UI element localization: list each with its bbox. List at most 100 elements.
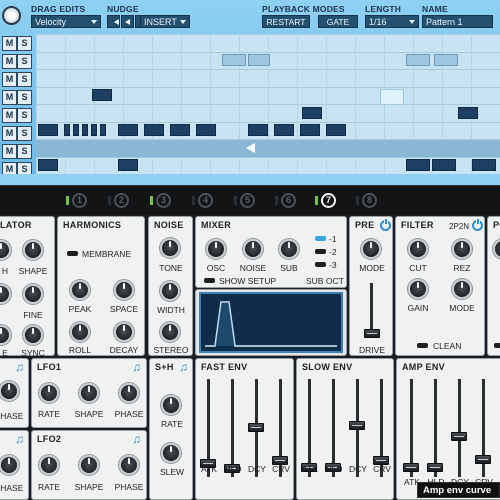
membrane-led[interactable] — [67, 251, 78, 256]
pattern-name-field[interactable]: Pattern 1 — [422, 15, 493, 28]
step-cell[interactable] — [92, 89, 112, 101]
step-cell[interactable] — [248, 54, 270, 66]
step-cell[interactable] — [222, 54, 246, 66]
solo-button[interactable]: S — [17, 72, 32, 87]
step-cell[interactable] — [248, 124, 268, 136]
mute-button[interactable]: M — [2, 90, 17, 105]
slow-dcy-handle[interactable] — [349, 421, 365, 430]
step-cell[interactable] — [118, 124, 138, 136]
peak-knob[interactable] — [70, 280, 90, 300]
step-cell[interactable] — [170, 124, 190, 136]
sh-rate-knob[interactable] — [161, 395, 181, 415]
step-cell[interactable] — [196, 124, 216, 136]
music-note-icon[interactable]: ♫ — [179, 361, 191, 373]
filter-mode-knob[interactable] — [452, 279, 472, 299]
width-knob[interactable] — [160, 281, 180, 301]
pattern-page-1-button[interactable]: 1 — [72, 193, 87, 208]
step-cell[interactable] — [100, 124, 106, 136]
mute-button[interactable]: M — [2, 72, 17, 87]
pre-power-icon[interactable] — [380, 219, 391, 231]
step-cell[interactable] — [458, 107, 478, 119]
sub-oct-1-led[interactable] — [315, 236, 326, 241]
show-setup-led[interactable] — [204, 278, 215, 283]
oscillator-knob-3[interactable] — [0, 325, 11, 345]
oscillator-knob-1[interactable] — [0, 240, 11, 260]
fast-dcy-handle[interactable] — [248, 423, 264, 432]
space-knob[interactable] — [114, 280, 134, 300]
post-knob[interactable] — [493, 239, 500, 259]
drive-slider-handle[interactable] — [364, 329, 380, 338]
lfo2-phase-knob[interactable] — [119, 455, 139, 475]
sequencer-power-knob[interactable] — [2, 6, 21, 25]
step-cell[interactable] — [64, 124, 70, 136]
nudge-down-button[interactable] — [107, 15, 120, 28]
restart-button[interactable]: RESTART — [262, 15, 310, 28]
step-cell[interactable] — [38, 159, 58, 171]
sync-knob[interactable] — [23, 325, 43, 345]
amp-dcy-track[interactable] — [458, 379, 461, 477]
sub-level-knob[interactable] — [279, 239, 299, 259]
nudge-left-button[interactable] — [121, 15, 134, 28]
tone-knob[interactable] — [160, 238, 180, 258]
step-cell[interactable] — [302, 107, 322, 119]
sub-oct-2-led[interactable] — [315, 249, 326, 254]
step-cell[interactable] — [82, 124, 88, 136]
music-note-icon[interactable]: ♫ — [15, 361, 27, 373]
solo-button[interactable]: S — [17, 36, 32, 51]
step-cell[interactable] — [406, 159, 430, 171]
pattern-page-3-button[interactable]: 3 — [156, 193, 171, 208]
step-cell[interactable] — [432, 159, 456, 171]
solo-button[interactable]: S — [17, 126, 32, 141]
oscillator-knob-2[interactable] — [0, 284, 11, 304]
solo-button[interactable]: S — [17, 144, 32, 159]
step-cell[interactable] — [300, 124, 320, 136]
pattern-page-6-button[interactable]: 6 — [281, 193, 296, 208]
cutoff-knob[interactable] — [408, 239, 428, 259]
osc-level-knob[interactable] — [206, 239, 226, 259]
mute-button[interactable]: M — [2, 126, 17, 141]
gate-button[interactable]: GATE — [318, 15, 358, 28]
solo-button[interactable]: S — [17, 108, 32, 123]
pattern-page-5-button[interactable]: 5 — [240, 193, 255, 208]
pattern-page-8-button[interactable]: 8 — [362, 193, 377, 208]
fine-knob[interactable] — [23, 284, 43, 304]
solo-button[interactable]: S — [17, 54, 32, 69]
sub-oct-3-led[interactable] — [315, 262, 326, 267]
pattern-page-2-button[interactable]: 2 — [114, 193, 129, 208]
fast-hld-track[interactable] — [231, 379, 234, 477]
step-cell[interactable] — [380, 89, 404, 105]
mute-button[interactable]: M — [2, 36, 17, 51]
step-cell[interactable] — [73, 124, 79, 136]
stereo-knob[interactable] — [160, 322, 180, 342]
step-cell[interactable] — [38, 124, 58, 136]
lfo2-rate-knob[interactable] — [39, 455, 59, 475]
filter-power-icon[interactable] — [472, 219, 483, 231]
pattern-page-7-button[interactable]: 7 — [321, 193, 336, 208]
step-cell[interactable] — [326, 124, 346, 136]
music-note-icon[interactable]: ♫ — [132, 361, 144, 373]
drive-slider-track[interactable] — [370, 283, 373, 335]
amp-hld-handle[interactable] — [427, 463, 443, 472]
amp-atk-handle[interactable] — [403, 463, 419, 472]
filter-gain-knob[interactable] — [408, 279, 428, 299]
pattern-page-4-button[interactable]: 4 — [198, 193, 213, 208]
decay-knob[interactable] — [114, 322, 134, 342]
amp-crv-handle[interactable] — [475, 455, 491, 464]
post-led[interactable] — [494, 343, 500, 348]
lfo1-shape-knob[interactable] — [79, 383, 99, 403]
pre-mode-knob[interactable] — [361, 239, 381, 259]
clean-led[interactable] — [417, 343, 428, 348]
step-cell[interactable] — [91, 124, 97, 136]
lfo1-rate-knob[interactable] — [39, 383, 59, 403]
amp-dcy-handle[interactable] — [451, 432, 467, 441]
mute-button[interactable]: M — [2, 108, 17, 123]
music-note-icon[interactable]: ♫ — [132, 433, 144, 445]
lfo0-phase-knob[interactable] — [0, 381, 19, 401]
resonance-knob[interactable] — [452, 239, 472, 259]
insert-dropdown[interactable]: INSERT — [140, 15, 190, 28]
step-cell[interactable] — [406, 54, 430, 66]
step-cell[interactable] — [472, 159, 496, 171]
step-cell[interactable] — [118, 159, 138, 171]
step-cell[interactable] — [144, 124, 164, 136]
step-cell[interactable] — [434, 54, 458, 66]
